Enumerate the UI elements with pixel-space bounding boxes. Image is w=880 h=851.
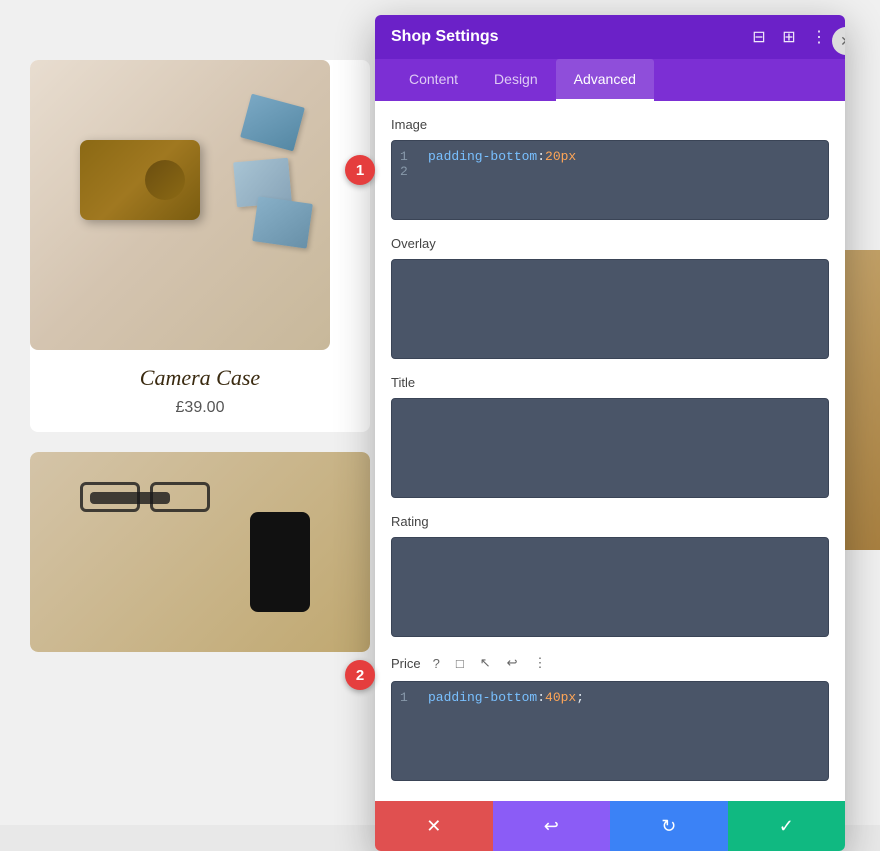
product-card-glasses — [30, 452, 370, 652]
confirm-icon: ✓ — [779, 816, 794, 837]
undo-small-icon[interactable]: ↩ — [503, 653, 522, 673]
photo-card-3 — [252, 196, 313, 248]
step-badge-2: 2 — [345, 660, 375, 690]
confirm-button[interactable]: ✓ — [728, 801, 846, 851]
undo-icon: ↩ — [544, 816, 559, 837]
product-image-glasses — [30, 452, 370, 652]
tab-content[interactable]: Content — [391, 59, 476, 101]
redo-button[interactable]: ↻ — [610, 801, 728, 851]
section-label-image: Image — [391, 117, 829, 132]
code-line-2: 2 — [400, 164, 820, 179]
section-label-title: Title — [391, 375, 829, 390]
code-line-1: 1 padding-bottom : 20px — [400, 149, 820, 164]
redo-icon: ↻ — [661, 816, 676, 837]
code-editor-price[interactable]: 1 padding-bottom : 40px ; — [391, 681, 829, 781]
code-property-image: padding-bottom — [428, 149, 537, 164]
price-code-value: 40px — [545, 690, 576, 705]
price-code-line-1: 1 padding-bottom : 40px ; — [400, 690, 820, 705]
code-editor-overlay[interactable] — [391, 259, 829, 359]
price-code-property: padding-bottom — [428, 690, 537, 705]
cancel-button[interactable]: ✕ — [375, 801, 493, 851]
cancel-icon: ✕ — [426, 816, 441, 837]
help-icon[interactable]: ? — [429, 654, 444, 673]
minimize-icon[interactable]: ⊟ — [749, 27, 769, 47]
section-label-overlay: Overlay — [391, 236, 829, 251]
cursor-icon[interactable]: ↖ — [476, 653, 495, 673]
settings-panel: ✕ Shop Settings ⊟ ⊞ ⋮ Content Design Adv… — [375, 15, 845, 851]
code-value-image: 20px — [545, 149, 576, 164]
section-label-price: Price — [391, 656, 421, 671]
product-info: Camera Case £39.00 — [30, 350, 370, 432]
section-toolbar-price: Price ? □ ↖ ↩ ⋮ — [391, 653, 829, 673]
panel-title: Shop Settings — [391, 28, 499, 46]
phone — [250, 512, 310, 612]
tabs-bar: Content Design Advanced — [375, 59, 845, 101]
undo-button[interactable]: ↩ — [493, 801, 611, 851]
step-badge-1: 1 — [345, 155, 375, 185]
glasses-lens-right — [150, 482, 210, 512]
product-image-camera — [30, 60, 330, 350]
close-icon: ✕ — [840, 33, 845, 50]
line-num-2: 2 — [400, 164, 416, 179]
split-icon[interactable]: ⊞ — [779, 27, 799, 47]
code-editor-rating[interactable] — [391, 537, 829, 637]
tab-design[interactable]: Design — [476, 59, 556, 101]
price-line-num-1: 1 — [400, 690, 416, 705]
glasses-lens-left — [80, 482, 140, 512]
product-card-camera: Camera Case £39.00 — [30, 60, 370, 432]
action-bar: ✕ ↩ ↻ ✓ — [375, 801, 845, 851]
code-editor-image[interactable]: 1 padding-bottom : 20px 2 — [391, 140, 829, 220]
code-editor-title[interactable] — [391, 398, 829, 498]
more-icon[interactable]: ⋮ — [809, 27, 829, 47]
camera-case-image — [80, 140, 200, 220]
panel-body: Image 1 padding-bottom : 20px 2 Overlay … — [375, 101, 845, 801]
product-price: £39.00 — [45, 399, 355, 417]
section-label-rating: Rating — [391, 514, 829, 529]
photo-card-1 — [240, 94, 305, 152]
options-icon[interactable]: ⋮ — [530, 653, 551, 673]
panel-header: Shop Settings ⊟ ⊞ ⋮ — [375, 15, 845, 59]
product-area: Camera Case £39.00 — [30, 60, 370, 672]
tab-advanced[interactable]: Advanced — [556, 59, 654, 101]
line-num-1: 1 — [400, 149, 416, 164]
copy-icon[interactable]: □ — [452, 654, 468, 673]
panel-header-icons: ⊟ ⊞ ⋮ — [749, 27, 829, 47]
product-name: Camera Case — [45, 365, 355, 391]
